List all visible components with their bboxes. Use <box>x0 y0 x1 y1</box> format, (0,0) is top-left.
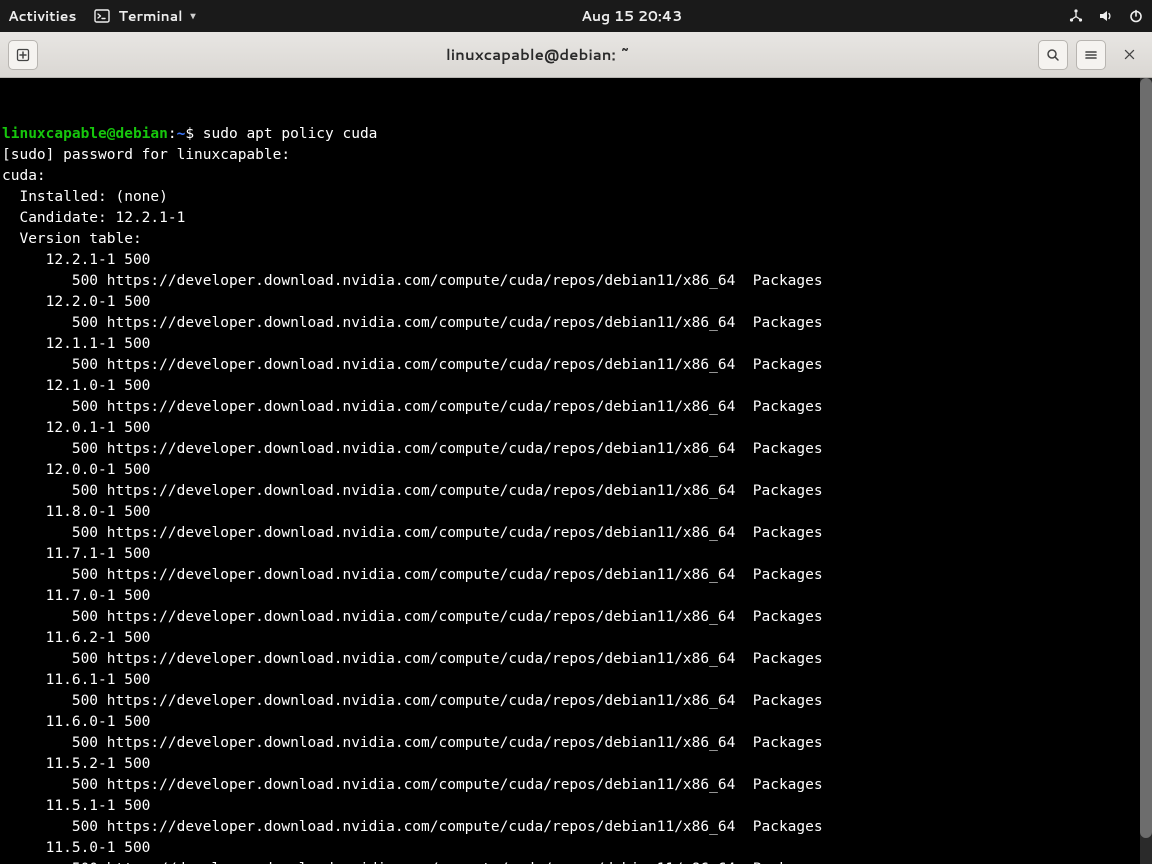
terminal-line: 12.0.0-1 500 <box>2 460 1150 481</box>
terminal-line: 12.1.0-1 500 <box>2 376 1150 397</box>
terminal-line: linuxcapable@debian:~$ sudo apt policy c… <box>2 124 1150 145</box>
terminal-line: 500 https://developer.download.nvidia.co… <box>2 817 1150 838</box>
terminal-line: 11.6.2-1 500 <box>2 628 1150 649</box>
terminal-line: 11.6.0-1 500 <box>2 712 1150 733</box>
menu-button[interactable] <box>1076 40 1106 70</box>
terminal-line: 500 https://developer.download.nvidia.co… <box>2 271 1150 292</box>
activities-button[interactable]: Activities <box>8 6 76 26</box>
terminal-line: 11.5.2-1 500 <box>2 754 1150 775</box>
terminal-line: 11.8.0-1 500 <box>2 502 1150 523</box>
terminal-line: 500 https://developer.download.nvidia.co… <box>2 775 1150 796</box>
terminal-line: 12.2.0-1 500 <box>2 292 1150 313</box>
volume-icon <box>1098 8 1114 24</box>
power-icon <box>1128 8 1144 24</box>
system-tray[interactable] <box>1068 8 1144 24</box>
terminal-viewport[interactable]: linuxcapable@debian:~$ sudo apt policy c… <box>0 78 1152 864</box>
terminal-line: 500 https://developer.download.nvidia.co… <box>2 691 1150 712</box>
terminal-line: 500 https://developer.download.nvidia.co… <box>2 481 1150 502</box>
terminal-line: 500 https://developer.download.nvidia.co… <box>2 523 1150 544</box>
search-button[interactable] <box>1038 40 1068 70</box>
close-button[interactable] <box>1114 40 1144 70</box>
window-title: linuxcapable@debian: ~ <box>46 44 1030 65</box>
terminal-line: 11.5.0-1 500 <box>2 838 1150 859</box>
network-icon <box>1068 8 1084 24</box>
terminal-line: 12.2.1-1 500 <box>2 250 1150 271</box>
scrollbar-thumb[interactable] <box>1140 78 1152 838</box>
terminal-line: 500 https://developer.download.nvidia.co… <box>2 355 1150 376</box>
active-app-name: Terminal <box>118 6 182 26</box>
terminal-line: 500 https://developer.download.nvidia.co… <box>2 397 1150 418</box>
gnome-topbar: Activities Terminal ▾ Aug 15 20:43 <box>0 0 1152 32</box>
command-text: sudo apt policy cuda <box>194 126 377 142</box>
terminal-line: 500 https://developer.download.nvidia.co… <box>2 649 1150 670</box>
window-titlebar: linuxcapable@debian: ~ <box>0 32 1152 78</box>
terminal-line: Version table: <box>2 229 1150 250</box>
terminal-line: 12.0.1-1 500 <box>2 418 1150 439</box>
terminal-line: 500 https://developer.download.nvidia.co… <box>2 439 1150 460</box>
terminal-line: 11.7.0-1 500 <box>2 586 1150 607</box>
terminal-line: 12.1.1-1 500 <box>2 334 1150 355</box>
terminal-line: Installed: (none) <box>2 187 1150 208</box>
terminal-line: 11.7.1-1 500 <box>2 544 1150 565</box>
terminal-line: cuda: <box>2 166 1150 187</box>
prompt-userhost: linuxcapable@debian <box>2 126 168 142</box>
prompt-sep: : <box>168 126 177 142</box>
terminal-line: 500 https://developer.download.nvidia.co… <box>2 733 1150 754</box>
new-tab-button[interactable] <box>8 40 38 70</box>
chevron-down-icon: ▾ <box>191 9 196 23</box>
active-app-indicator[interactable]: Terminal ▾ <box>94 6 195 26</box>
terminal-line: 500 https://developer.download.nvidia.co… <box>2 565 1150 586</box>
prompt-dollar: $ <box>185 126 194 142</box>
terminal-icon <box>94 8 110 24</box>
terminal-line: 11.5.1-1 500 <box>2 796 1150 817</box>
scrollbar-track[interactable] <box>1140 78 1152 864</box>
terminal-line: 11.6.1-1 500 <box>2 670 1150 691</box>
terminal-line: Candidate: 12.2.1-1 <box>2 208 1150 229</box>
terminal-line: 500 https://developer.download.nvidia.co… <box>2 859 1150 864</box>
terminal-line: 500 https://developer.download.nvidia.co… <box>2 313 1150 334</box>
clock[interactable]: Aug 15 20:43 <box>196 6 1068 26</box>
terminal-line: [sudo] password for linuxcapable: <box>2 145 1150 166</box>
terminal-line: 500 https://developer.download.nvidia.co… <box>2 607 1150 628</box>
